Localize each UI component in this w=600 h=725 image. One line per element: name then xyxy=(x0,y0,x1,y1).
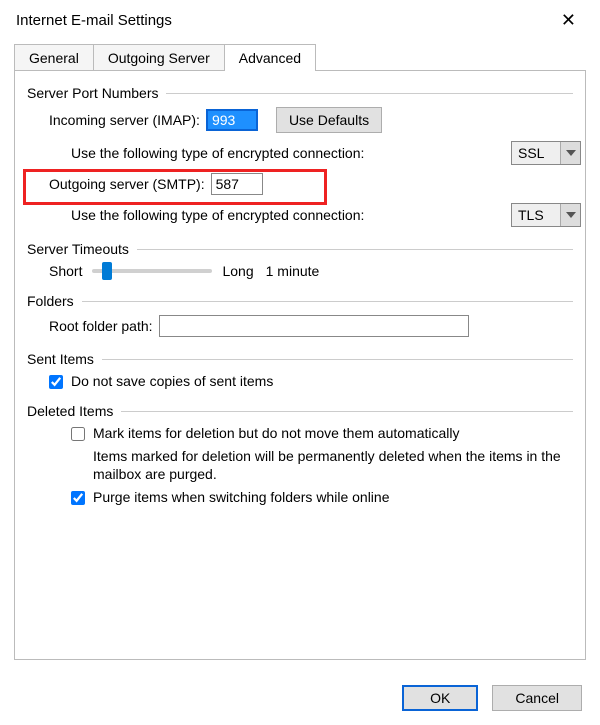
tab-advanced[interactable]: Advanced xyxy=(224,44,316,71)
tab-outgoing-server[interactable]: Outgoing Server xyxy=(93,44,225,71)
incoming-server-label: Incoming server (IMAP): xyxy=(49,112,200,128)
root-folder-path-input[interactable] xyxy=(159,315,469,337)
outgoing-server-port-input[interactable] xyxy=(211,173,263,195)
label-do-not-save-sent: Do not save copies of sent items xyxy=(71,373,273,389)
outgoing-encryption-label: Use the following type of encrypted conn… xyxy=(71,207,364,223)
outgoing-encryption-select[interactable]: TLS xyxy=(511,203,581,227)
deletion-note: Items marked for deletion will be perman… xyxy=(93,448,561,482)
dialog-title: Internet E-mail Settings xyxy=(16,12,172,29)
group-server-timeouts: Server Timeouts xyxy=(27,241,129,257)
label-purge-on-switch: Purge items when switching folders while… xyxy=(93,489,389,505)
use-defaults-button[interactable]: Use Defaults xyxy=(276,107,382,133)
checkbox-mark-for-deletion[interactable] xyxy=(71,427,85,441)
checkbox-do-not-save-sent[interactable] xyxy=(49,375,63,389)
timeout-short-label: Short xyxy=(49,263,82,279)
root-folder-label: Root folder path: xyxy=(49,318,153,334)
slider-thumb[interactable] xyxy=(102,262,112,280)
incoming-encryption-select[interactable]: SSL xyxy=(511,141,581,165)
tab-general[interactable]: General xyxy=(14,44,94,71)
group-sent-items: Sent Items xyxy=(27,351,94,367)
checkbox-purge-on-switch[interactable] xyxy=(71,491,85,505)
group-server-port-numbers: Server Port Numbers xyxy=(27,85,158,101)
group-deleted-items: Deleted Items xyxy=(27,403,113,419)
timeout-long-label: Long xyxy=(222,263,253,279)
timeout-value: 1 minute xyxy=(266,263,320,279)
cancel-button[interactable]: Cancel xyxy=(492,685,582,711)
timeout-slider[interactable] xyxy=(92,269,212,273)
incoming-encryption-label: Use the following type of encrypted conn… xyxy=(71,145,364,161)
outgoing-server-label: Outgoing server (SMTP): xyxy=(49,176,205,192)
label-mark-for-deletion: Mark items for deletion but do not move … xyxy=(93,425,460,441)
ok-button[interactable]: OK xyxy=(402,685,478,711)
group-folders: Folders xyxy=(27,293,74,309)
close-icon[interactable]: ✕ xyxy=(551,8,586,33)
incoming-server-port-input[interactable] xyxy=(206,109,258,131)
